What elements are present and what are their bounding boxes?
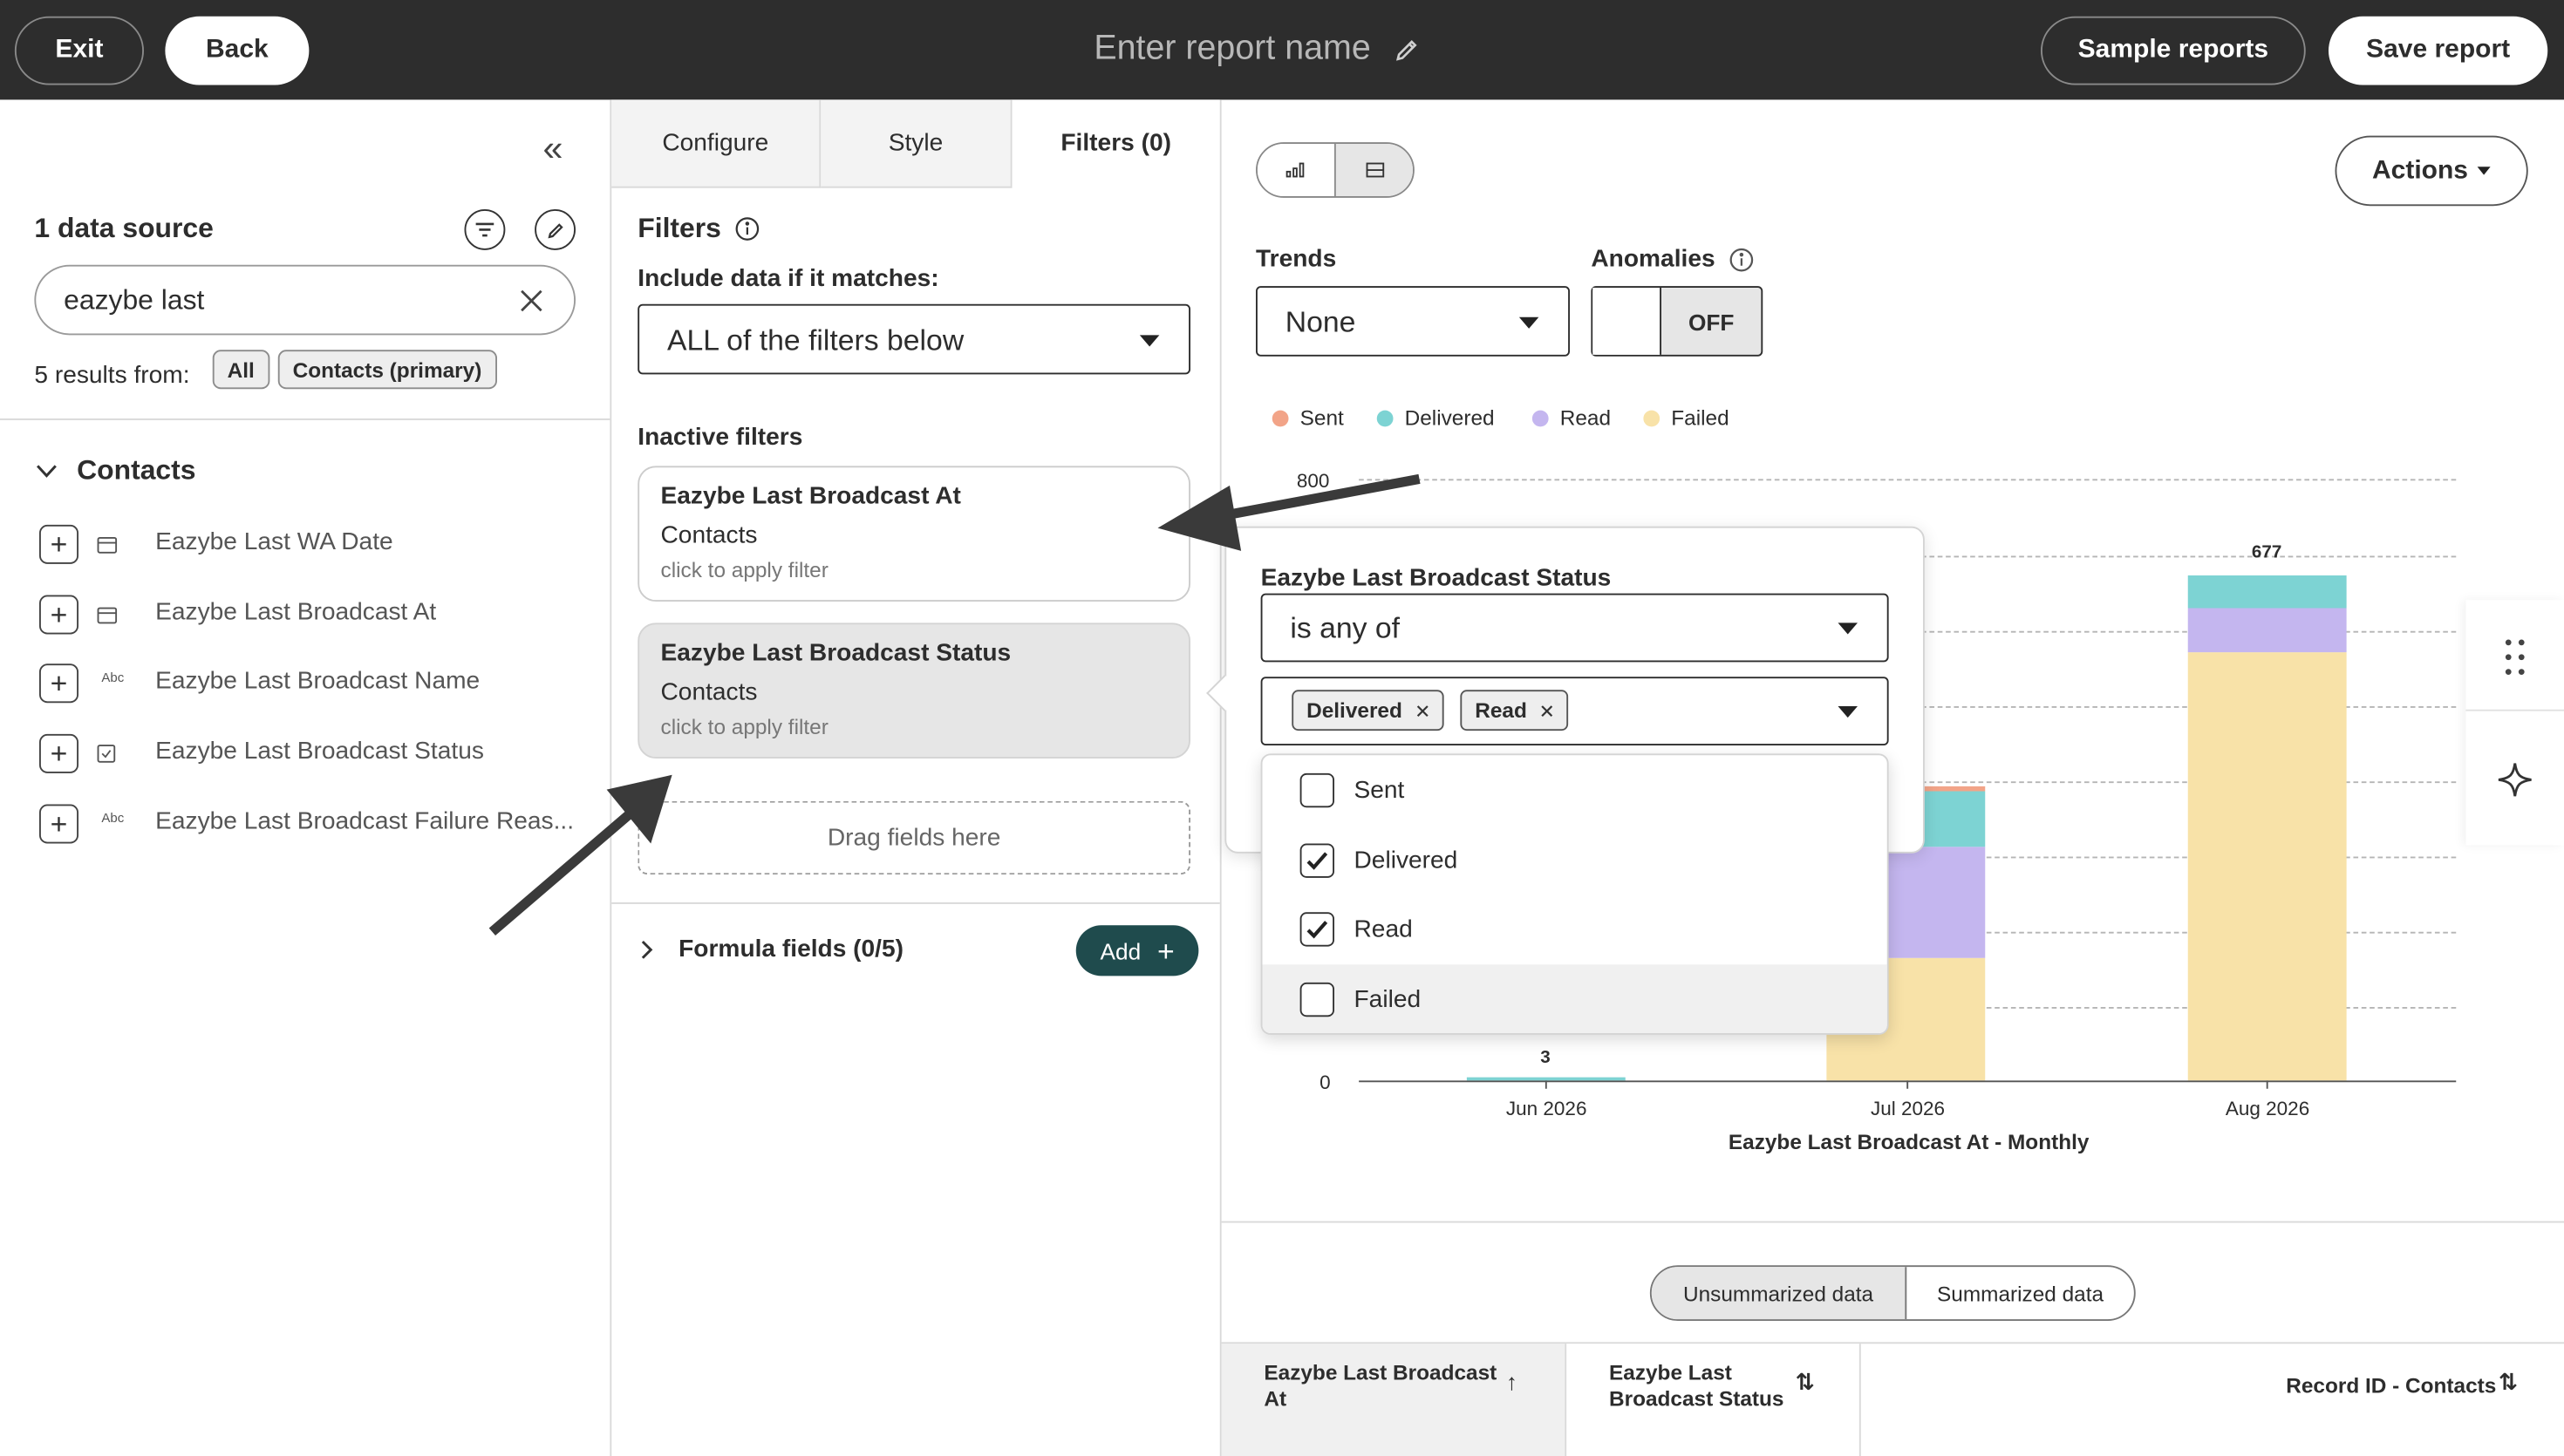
column-header[interactable]: Record ID - Contacts ⇅	[1861, 1344, 2564, 1456]
arrow-head	[606, 774, 672, 844]
annotation-arrows	[488, 473, 1421, 936]
report-builder: Exit Back Enter report name Sample repor…	[0, 0, 2564, 1456]
arrow-line	[1217, 473, 1421, 522]
divider	[1221, 1221, 2564, 1223]
arrow-line	[488, 810, 633, 936]
arrow-head	[1157, 485, 1242, 551]
sort-icon[interactable]: ⇅	[1796, 1368, 1815, 1396]
column-header[interactable]: Eazybe Last Broadcast Status ⇅	[1566, 1344, 1861, 1456]
sort-icon[interactable]: ⇅	[2499, 1368, 2518, 1396]
column-header[interactable]: Eazybe Last Broadcast At ↑	[1221, 1344, 1567, 1456]
unsummarized-data-button[interactable]: Unsummarized data	[1651, 1267, 1907, 1320]
summarized-data-button[interactable]: Summarized data	[1906, 1267, 2134, 1319]
column-header-label: Record ID - Contacts	[2286, 1373, 2497, 1398]
sort-asc-icon[interactable]: ↑	[1506, 1368, 1517, 1394]
column-header-label: Eazybe Last Broadcast Status	[1609, 1360, 1784, 1412]
data-mode-toggle: Unsummarized data Summarized data	[1649, 1265, 2136, 1321]
column-header-label: Eazybe Last Broadcast At	[1264, 1360, 1497, 1412]
